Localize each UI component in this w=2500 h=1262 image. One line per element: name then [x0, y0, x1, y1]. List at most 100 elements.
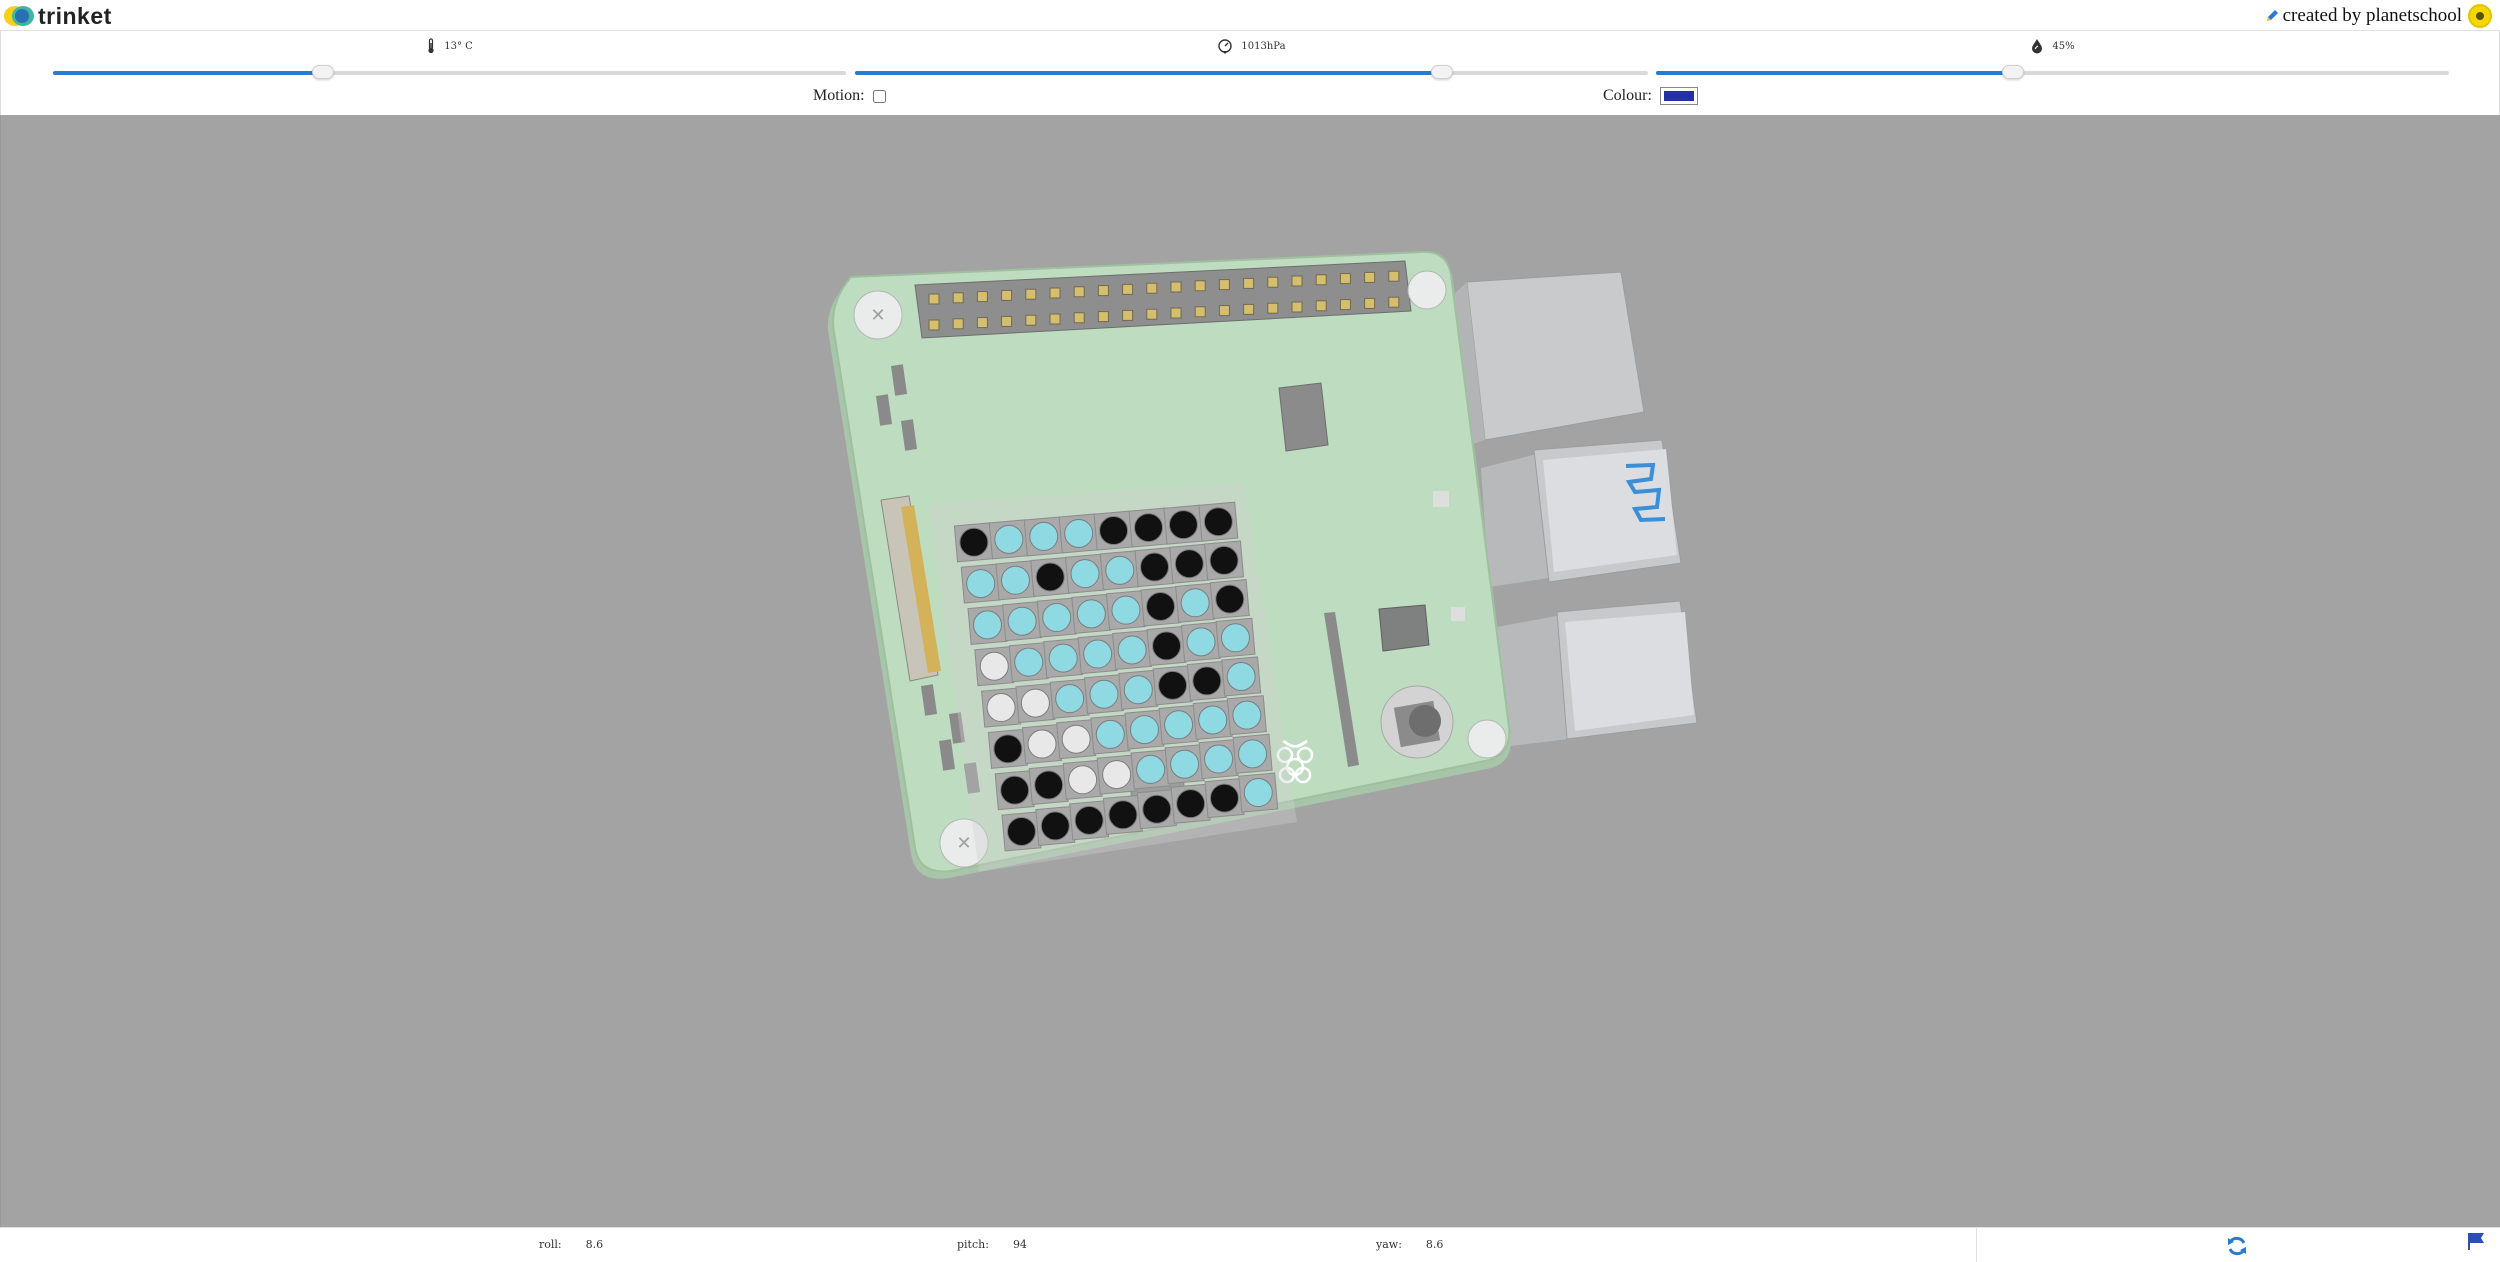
- led-pixel: [1105, 555, 1135, 585]
- gpio-pin: [1339, 299, 1351, 311]
- trinket-logo[interactable]: trinket: [4, 3, 112, 29]
- humidity-slider[interactable]: [1656, 64, 2449, 82]
- gpio-pin: [1049, 313, 1061, 325]
- yaw-readout: yaw: 8.6: [1376, 1238, 1443, 1251]
- colour-control: Colour:: [1603, 87, 1698, 105]
- slider-thumb[interactable]: [2001, 65, 2024, 79]
- gpio-pin: [1146, 282, 1158, 294]
- led-pixel: [1176, 789, 1206, 819]
- led-pixel: [1204, 744, 1234, 774]
- humidity-drop-icon: [2032, 39, 2043, 54]
- led-pixel: [1140, 552, 1170, 582]
- gpio-pin: [1291, 275, 1303, 287]
- slider-thumb[interactable]: [311, 65, 334, 79]
- gpio-pin: [1170, 281, 1182, 293]
- gpio-pin: [1267, 302, 1279, 314]
- led-pixel: [1164, 710, 1194, 740]
- gpio-pin: [976, 317, 988, 329]
- pitch-label: pitch:: [957, 1238, 989, 1251]
- led-pixel: [1152, 631, 1182, 661]
- led-pixel: [1034, 770, 1064, 800]
- brand-name: trinket: [38, 2, 112, 29]
- gpio-pin: [1073, 312, 1085, 324]
- gpio-pin: [928, 293, 940, 305]
- bottom-bar: roll: 8.6 pitch: 94 yaw: 8.6: [0, 1227, 2500, 1262]
- gpio-pin: [1097, 311, 1109, 323]
- gpio-pin: [1218, 305, 1230, 317]
- gpio-pin: [1122, 283, 1134, 295]
- temperature-control: 13° C: [53, 37, 846, 91]
- gpio-pin: [1339, 273, 1351, 285]
- pressure-value: 1013hPa: [1241, 40, 1286, 52]
- led-pixel: [1040, 811, 1070, 841]
- led-pixel: [1215, 584, 1245, 614]
- slider-thumb[interactable]: [1430, 65, 1453, 79]
- motion-control: Motion:: [813, 87, 886, 105]
- led-pixel: [1076, 599, 1106, 629]
- trinket-logo-icon: [4, 4, 34, 28]
- led-pixel: [1220, 623, 1250, 653]
- led-pixel: [986, 693, 1016, 723]
- motion-label: Motion:: [813, 87, 865, 104]
- joystick: [1380, 685, 1454, 759]
- humidity-value: 45%: [2052, 40, 2075, 52]
- led-pixel: [1070, 559, 1100, 589]
- led-pixel: [1117, 635, 1147, 665]
- pitch-value: 94: [1012, 1238, 1027, 1251]
- led-pixel: [1014, 647, 1044, 677]
- led-pixel: [1029, 521, 1059, 551]
- gpio-pin: [952, 318, 964, 330]
- led-pixel: [1186, 627, 1216, 657]
- led-pixel: [966, 569, 996, 599]
- led-pixel: [1158, 670, 1188, 700]
- gpio-pin: [1073, 286, 1085, 298]
- motion-checkbox[interactable]: [872, 89, 886, 103]
- svg-text:✕: ✕: [870, 305, 885, 326]
- led-matrix: [953, 501, 1279, 852]
- led-pixel: [1007, 606, 1037, 636]
- gpio-pin: [1025, 314, 1037, 326]
- led-pixel: [1035, 562, 1065, 592]
- gpio-pin: [1001, 289, 1013, 301]
- led-pixel: [1142, 794, 1172, 824]
- flag-icon[interactable]: [2466, 1231, 2486, 1251]
- pressure-slider[interactable]: [855, 64, 1648, 82]
- gpio-pin: [1243, 277, 1255, 289]
- hat-board: ✕ ✕: [827, 250, 1512, 879]
- gpio-pin: [1097, 285, 1109, 297]
- led-pixel: [1238, 739, 1268, 769]
- gpio-pin: [1315, 274, 1327, 286]
- led-pixel: [1209, 783, 1239, 813]
- top-bar: trinket created by planetschool: [0, 0, 2500, 31]
- led-pixel: [1123, 675, 1153, 705]
- sense-hat-emulator: trinket created by planetschool 13° C 10…: [0, 0, 2500, 1262]
- led-pixel: [1061, 724, 1091, 754]
- led-pixel: [1064, 518, 1094, 548]
- led-pixel: [1089, 679, 1119, 709]
- divider: [1976, 1228, 1977, 1262]
- led-pixel: [1068, 765, 1098, 795]
- thermometer-icon: [428, 38, 434, 54]
- sensor-controls: 13° C 1013hPa 45% Motion: Colour:: [0, 31, 2500, 115]
- led-pixel: [1134, 513, 1164, 543]
- led-pixel: [1074, 805, 1104, 835]
- board-3d-view[interactable]: ✕ ✕: [0, 115, 2500, 1227]
- led-pixel: [1146, 591, 1176, 621]
- refresh-icon[interactable]: [2226, 1235, 2248, 1257]
- led-pixel: [1170, 749, 1200, 779]
- roll-readout: roll: 8.6: [539, 1238, 603, 1251]
- created-by-link[interactable]: created by planetschool: [2265, 3, 2492, 29]
- humidity-control: 45%: [1656, 37, 2449, 91]
- led-pixel: [1055, 684, 1085, 714]
- gpio-pin: [1267, 276, 1279, 288]
- led-pixel: [1192, 666, 1222, 696]
- led-pixel: [1042, 603, 1072, 633]
- led-pixel: [1136, 754, 1166, 784]
- gpio-pin: [1388, 270, 1400, 282]
- led-pixel: [1180, 588, 1210, 618]
- roll-label: roll:: [539, 1238, 562, 1251]
- colour-picker[interactable]: [1659, 87, 1698, 105]
- temperature-slider[interactable]: [53, 64, 846, 82]
- gpio-pin: [1170, 307, 1182, 319]
- gpio-pin: [1243, 303, 1255, 315]
